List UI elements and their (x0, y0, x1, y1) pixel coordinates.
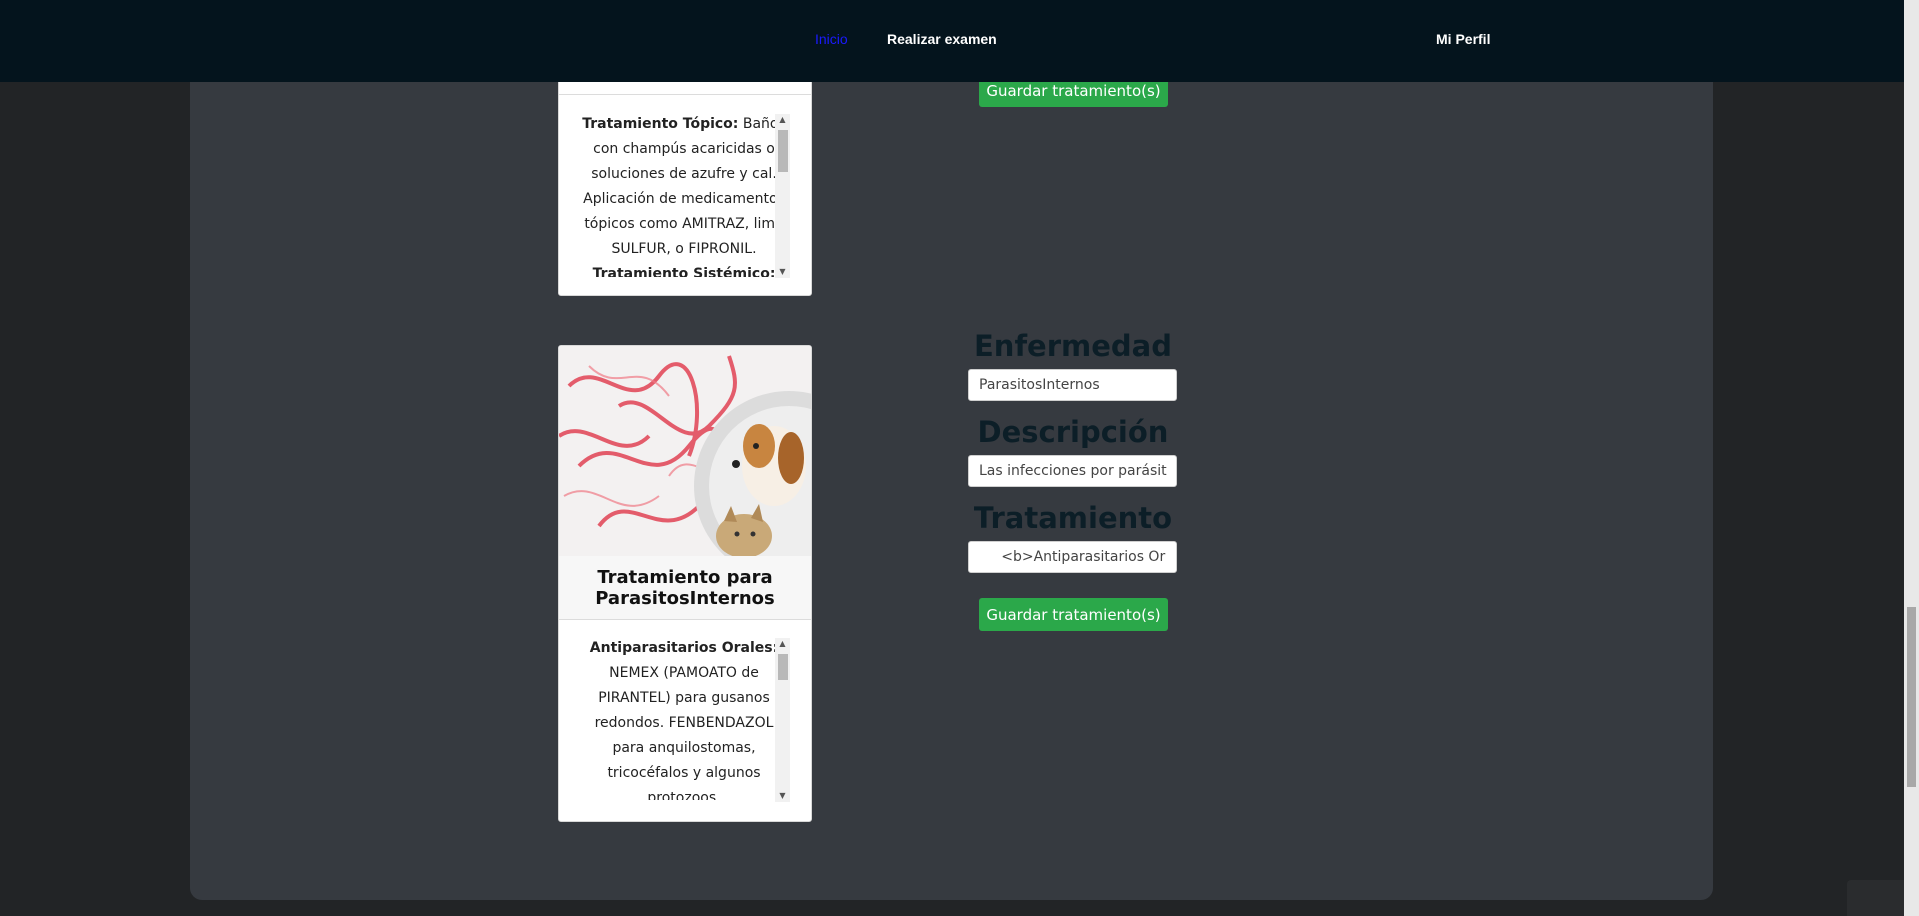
card-body: Tratamiento Tópico: Baños con champús ac… (577, 112, 791, 277)
scroll-up-icon[interactable]: ▲ (775, 114, 790, 126)
treatment-input[interactable]: <b>Antiparasitarios Or (968, 541, 1177, 573)
card-divider (559, 94, 811, 95)
card-body-heading: Tratamiento Tópico: (582, 116, 739, 132)
treatment-card-bottom: Tratamiento para ParasitosInternos Antip… (558, 345, 812, 822)
card-divider (559, 619, 811, 620)
nav-link-realizar-examen[interactable]: Realizar examen (887, 30, 997, 48)
parasites-dog-cat-image (559, 346, 811, 556)
corner-widget (1847, 880, 1904, 916)
description-label: Descripción (977, 415, 1169, 449)
card-body-text: Baños con champús acaricidas o solucione… (583, 116, 786, 257)
card-body-heading-2: Tratamiento Sistémico: (592, 266, 776, 277)
card-body-heading: Antiparasitarios Orales: (589, 640, 779, 656)
disease-label: Enfermedad (973, 329, 1172, 363)
card-body-text: NEMEX (PAMOATO de PIRANTEL) para gusanos… (594, 665, 774, 800)
scroll-thumb[interactable] (778, 654, 788, 680)
scroll-down-icon[interactable]: ▼ (775, 790, 790, 802)
description-input[interactable]: Las infecciones por parásit (968, 455, 1177, 487)
card-scrollbar[interactable]: ▲ ▼ (775, 638, 790, 802)
scroll-thumb[interactable] (778, 130, 788, 172)
main-panel (190, 70, 1713, 900)
page-scroll-thumb[interactable] (1907, 607, 1916, 787)
scroll-up-icon[interactable]: ▲ (775, 638, 790, 650)
card-title: Tratamiento para ParasitosInternos (559, 556, 811, 619)
treatment-card-top: Tratamiento Tópico: Baños con champús ac… (558, 50, 812, 296)
parasites-illustration-icon (559, 346, 811, 556)
card-scrollbar[interactable]: ▲ ▼ (775, 114, 790, 278)
nav-link-inicio[interactable]: Inicio (815, 30, 848, 48)
disease-input[interactable]: ParasitosInternos (968, 369, 1177, 401)
save-treatment-button[interactable]: Guardar tratamiento(s) (979, 598, 1168, 631)
top-navbar: Inicio Realizar examen Mi Perfil (0, 0, 1919, 82)
nav-link-mi-perfil[interactable]: Mi Perfil (1436, 30, 1490, 48)
page-scrollbar[interactable] (1904, 0, 1919, 916)
card-body: Antiparasitarios Orales: NEMEX (PAMOATO … (577, 636, 791, 800)
scroll-down-icon[interactable]: ▼ (775, 266, 790, 278)
treatment-label: Tratamiento (973, 501, 1173, 535)
